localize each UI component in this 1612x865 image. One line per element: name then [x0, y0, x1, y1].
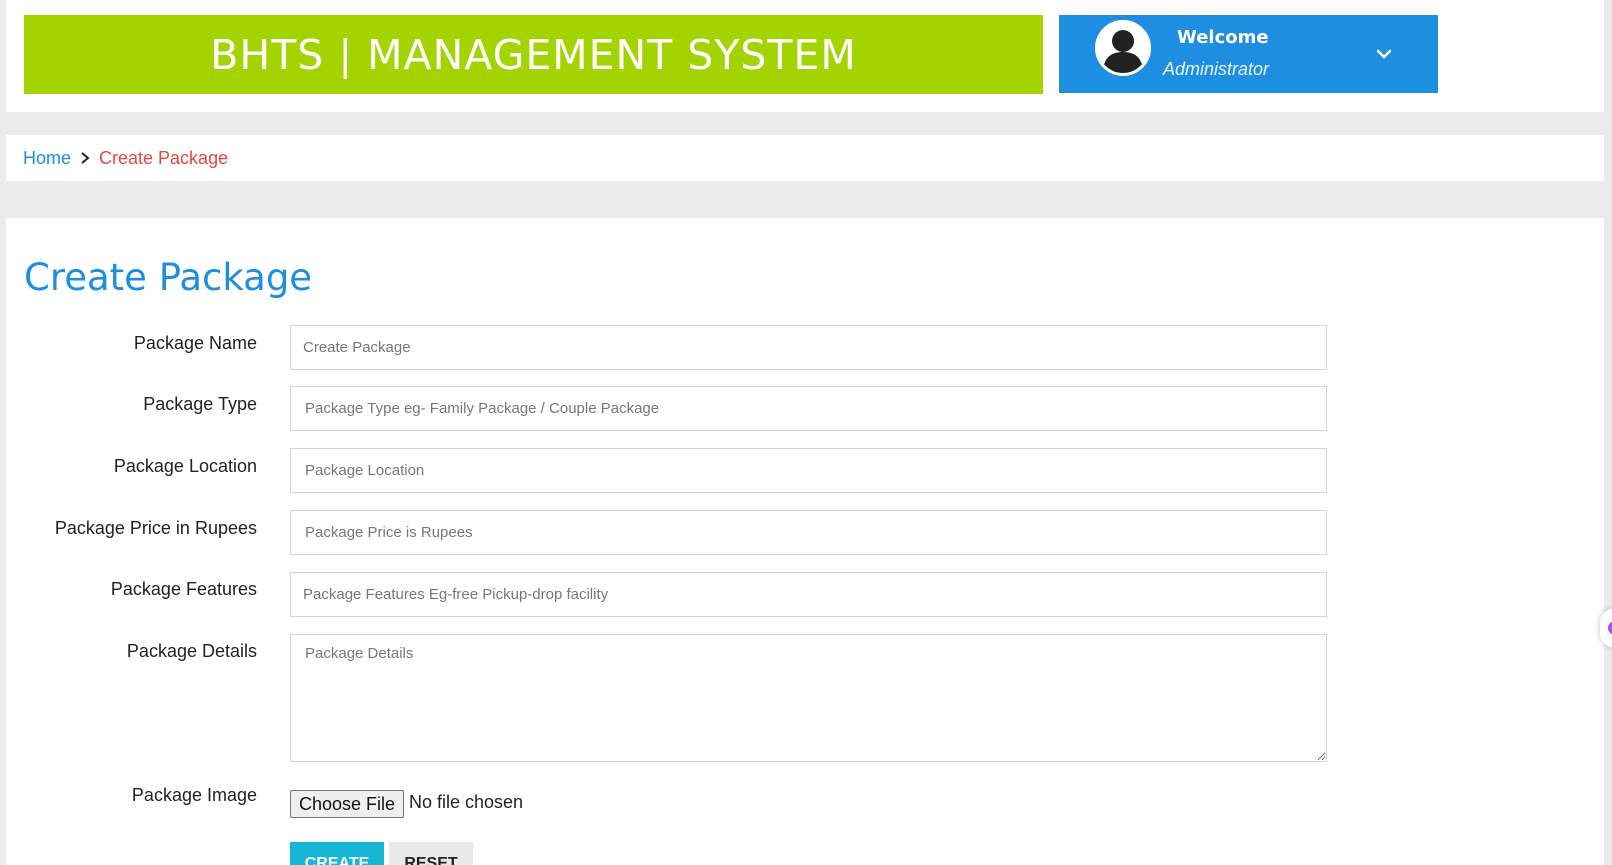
package-price-input[interactable]	[290, 510, 1327, 555]
package-location-input[interactable]	[290, 448, 1327, 493]
welcome-text: Welcome	[1177, 27, 1269, 48]
package-type-label: Package Type	[143, 394, 257, 414]
breadcrumb-current: Create Package	[99, 147, 229, 168]
file-status-text: No file chosen	[409, 792, 524, 812]
page-title: Create Package	[24, 256, 313, 299]
package-type-input[interactable]	[290, 386, 1327, 431]
package-location-label: Package Location	[113, 456, 257, 476]
user-menu[interactable]: Welcome Administrator	[1059, 15, 1438, 93]
breadcrumb: Home Create Package	[6, 135, 1604, 181]
package-details-label: Package Details	[126, 641, 257, 661]
reset-button[interactable]: RESET	[389, 842, 473, 865]
package-price-label: Package Price in Rupees	[54, 518, 257, 538]
package-image-label: Package Image	[131, 785, 257, 805]
user-avatar-icon	[1095, 20, 1151, 76]
package-details-textarea[interactable]	[290, 634, 1327, 762]
package-features-input[interactable]	[290, 572, 1327, 617]
breadcrumb-home-link[interactable]: Home	[23, 148, 71, 169]
choose-file-button[interactable]: Choose File	[290, 790, 405, 818]
package-name-input[interactable]	[290, 325, 1327, 370]
brand-title: BHTS | MANAGEMENT SYSTEM	[24, 15, 1043, 94]
create-package-panel: Create Package Package Name Package Type…	[6, 218, 1604, 865]
widget-icon	[1608, 621, 1612, 635]
chevron-down-icon[interactable]	[1374, 44, 1394, 64]
chevron-right-icon	[81, 152, 90, 164]
package-name-label: Package Name	[133, 333, 257, 353]
user-role: Administrator	[1163, 59, 1270, 79]
create-button[interactable]: CREATE	[290, 842, 384, 865]
package-features-label: Package Features	[110, 579, 257, 599]
